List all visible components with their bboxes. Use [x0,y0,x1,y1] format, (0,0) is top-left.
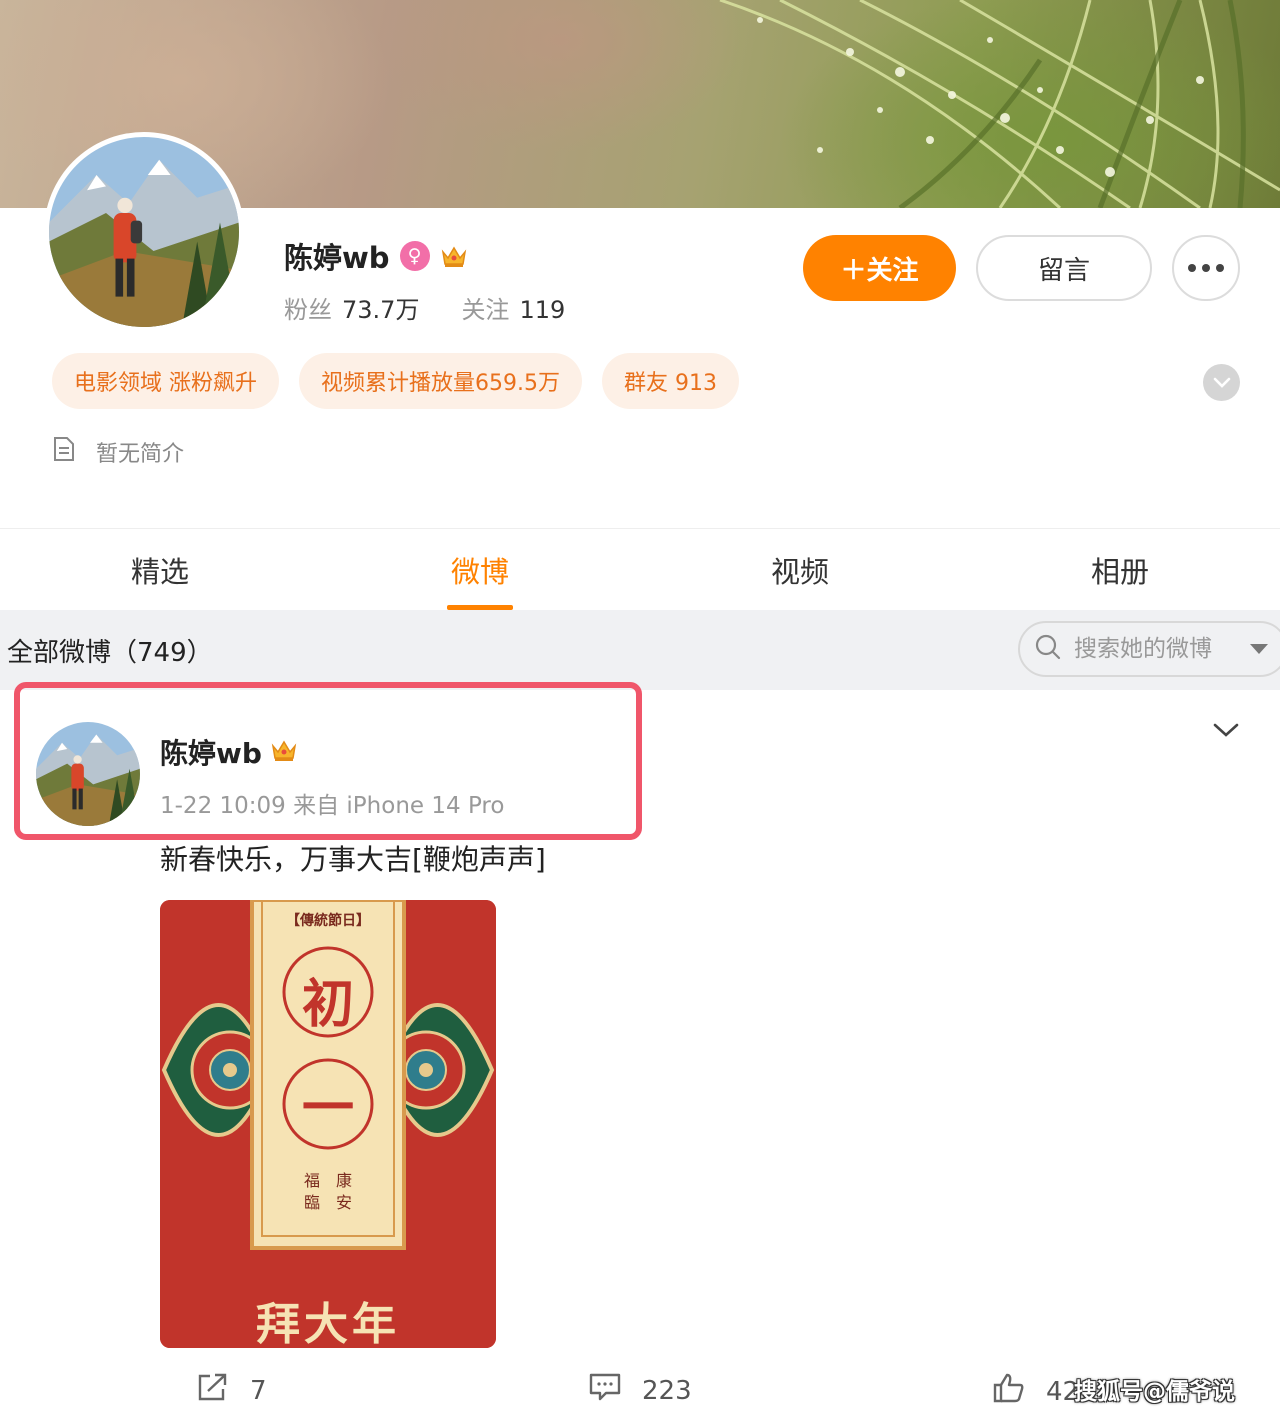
search-input[interactable] [1074,636,1224,662]
card-top-label: 【傳統節日】 [286,913,370,929]
repost-count: 7 [250,1375,267,1406]
document-icon [52,436,76,468]
post-author-name[interactable]: 陈婷wb [160,732,262,772]
caret-down-icon[interactable] [1250,644,1268,654]
profile-tabs: 精选 微博 视频 相册 [0,528,1280,610]
post-meta: 1-22 10:09 来自 iPhone 14 Pro [160,786,504,820]
follow-button[interactable]: ＋关注 [803,235,956,301]
card-blessing-left: 福臨 [304,1171,321,1212]
repost-icon [196,1372,230,1409]
card-bottom-text: 拜大年 [256,1299,400,1348]
bio-text: 暂无简介 [96,442,185,467]
fans-stat[interactable]: 粉丝 73.7万 [284,290,419,325]
repost-button[interactable]: 7 [196,1372,267,1409]
crown-icon [270,737,298,767]
chevron-down-icon[interactable] [1203,364,1240,401]
profile-bio: 暂无简介 [52,436,184,468]
chevron-down-icon[interactable] [1212,720,1240,740]
female-symbol-icon: ♀ [399,241,430,271]
following-stat[interactable]: 关注 119 [461,290,565,325]
crown-icon [440,243,468,269]
watermark: 搜狐号@儒爷说 [1074,1379,1235,1405]
tab-album[interactable]: 相册 [960,529,1280,610]
profile-avatar[interactable] [44,132,244,332]
profile-tags: 电影领域 涨粉飙升 视频累计播放量659.5万 群友 913 [52,353,739,409]
profile-name-row: 陈婷wb ♀ [284,236,468,276]
search-icon [1034,633,1062,665]
comment-button[interactable]: 223 [588,1372,692,1409]
post-author-avatar[interactable] [36,722,140,826]
more-dots-icon[interactable] [1172,235,1240,301]
post-time: 1-22 10:09 [160,793,286,819]
post-author-row: 陈婷wb [160,732,298,772]
posts-filter-bar: 全部微博（749） [0,610,1280,690]
tag-group-fans[interactable]: 群友 913 [601,353,739,409]
like-button[interactable]: 42 [992,1372,1079,1411]
tag-video-plays[interactable]: 视频累计播放量659.5万 [299,353,582,409]
post-source: 来自 iPhone 14 Pro [293,793,505,819]
following-count: 119 [519,296,566,324]
tab-video[interactable]: 视频 [640,529,960,610]
tag-domain[interactable]: 电影领域 涨粉飙升 [52,353,279,409]
profile-name: 陈婷wb [284,241,390,275]
all-posts-count[interactable]: 全部微博（749） [7,632,213,669]
profile-stats: 粉丝 73.7万 关注 119 [284,290,565,325]
card-char-1: 初 [301,974,354,1035]
card-blessing-right: 康安 [336,1171,353,1212]
tab-featured[interactable]: 精选 [0,529,320,610]
comment-count: 223 [642,1375,692,1406]
post-search[interactable] [1018,621,1280,677]
message-button[interactable]: 留言 [976,235,1152,301]
thumbs-up-icon [992,1372,1026,1411]
post-text: 新春快乐，万事大吉[鞭炮声声] [160,843,546,876]
fans-count: 73.7万 [342,296,420,324]
card-char-2: 一 [301,1078,354,1139]
tab-weibo[interactable]: 微博 [320,529,640,610]
comment-icon [588,1372,622,1409]
post-image[interactable]: 【傳統節日】 初 一 福臨 康安 拜大年 [160,900,496,1348]
